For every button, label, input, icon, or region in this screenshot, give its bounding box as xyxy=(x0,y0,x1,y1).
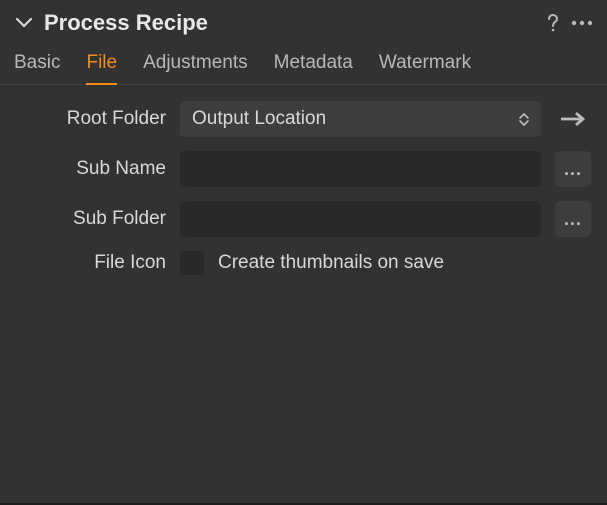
tab-metadata[interactable]: Metadata xyxy=(274,52,353,84)
help-button[interactable] xyxy=(547,14,559,32)
sub-folder-input[interactable] xyxy=(180,201,541,237)
tab-watermark[interactable]: Watermark xyxy=(379,52,471,84)
goto-folder-button[interactable] xyxy=(555,101,591,137)
file-form: Root Folder Output Location Sub Name ...… xyxy=(0,85,607,275)
sub-name-browse-button[interactable]: ... xyxy=(555,151,591,187)
sub-name-label: Sub Name xyxy=(16,158,166,180)
chevron-down-icon xyxy=(16,18,32,28)
sub-folder-browse-button[interactable]: ... xyxy=(555,201,591,237)
sub-folder-label: Sub Folder xyxy=(16,208,166,230)
create-thumbnails-checkbox[interactable] xyxy=(180,251,204,275)
tab-file[interactable]: File xyxy=(86,52,117,84)
sub-name-input[interactable] xyxy=(180,151,541,187)
file-icon-checkbox-container: Create thumbnails on save xyxy=(180,251,591,275)
collapse-toggle[interactable] xyxy=(14,13,34,33)
arrow-right-icon xyxy=(560,112,586,126)
file-icon-label: File Icon xyxy=(16,252,166,274)
tab-basic[interactable]: Basic xyxy=(14,52,60,84)
header-actions xyxy=(547,14,593,32)
create-thumbnails-label: Create thumbnails on save xyxy=(218,252,444,274)
sub-name-row: Sub Name ... xyxy=(16,151,591,187)
tab-bar: Basic File Adjustments Metadata Watermar… xyxy=(0,42,607,85)
more-icon xyxy=(571,20,593,26)
file-icon-row: File Icon Create thumbnails on save xyxy=(16,251,591,275)
sub-folder-row: Sub Folder ... xyxy=(16,201,591,237)
help-icon xyxy=(547,14,559,32)
select-stepper-icon xyxy=(519,113,529,126)
process-recipe-panel: Process Recipe Basic File Adjustments Me… xyxy=(0,0,607,275)
panel-title: Process Recipe xyxy=(44,10,547,36)
more-options-button[interactable] xyxy=(571,20,593,26)
tab-adjustments[interactable]: Adjustments xyxy=(143,52,248,84)
root-folder-select[interactable]: Output Location xyxy=(180,101,541,137)
panel-header: Process Recipe xyxy=(0,0,607,42)
root-folder-value: Output Location xyxy=(192,108,511,130)
root-folder-row: Root Folder Output Location xyxy=(16,101,591,137)
root-folder-label: Root Folder xyxy=(16,108,166,130)
